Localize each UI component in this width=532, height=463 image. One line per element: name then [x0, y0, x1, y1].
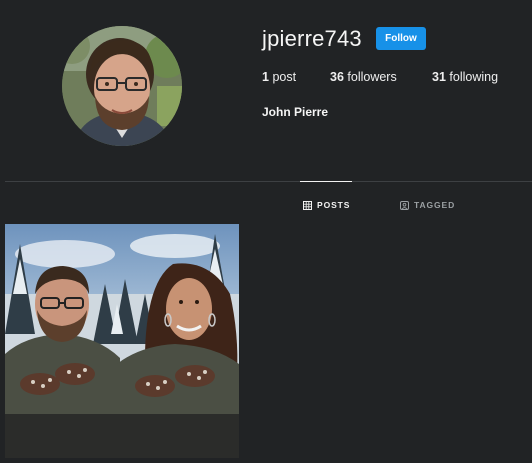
- stat-following[interactable]: 31 following: [432, 69, 498, 85]
- active-tab-indicator: [300, 181, 352, 182]
- tag-person-icon: [400, 200, 409, 210]
- section-divider: [5, 181, 532, 182]
- posts-label: post: [272, 70, 297, 84]
- profile-username: jpierre743: [262, 26, 362, 51]
- profile-page: jpierre743 Follow 1 post 36 followers 31…: [0, 0, 532, 463]
- post-photo: [5, 224, 239, 458]
- stat-posts: 1 post: [262, 69, 296, 85]
- followers-label: followers: [347, 70, 397, 84]
- tab-posts[interactable]: POSTS: [303, 198, 350, 212]
- follow-button[interactable]: Follow: [376, 27, 426, 50]
- avatar-photo: [62, 26, 182, 146]
- stat-followers[interactable]: 36 followers: [330, 69, 397, 85]
- following-label: following: [449, 70, 499, 84]
- following-count: 31: [432, 70, 446, 84]
- tab-tagged[interactable]: TAGGED: [400, 198, 455, 212]
- posts-count: 1: [262, 70, 269, 84]
- profile-full-name: John Pierre: [262, 105, 329, 119]
- post-thumbnail[interactable]: [5, 224, 239, 458]
- tab-tagged-label: TAGGED: [414, 200, 456, 210]
- grid-icon: [303, 200, 312, 210]
- tab-posts-label: POSTS: [317, 200, 351, 210]
- followers-count: 36: [330, 70, 344, 84]
- profile-avatar[interactable]: [62, 26, 182, 146]
